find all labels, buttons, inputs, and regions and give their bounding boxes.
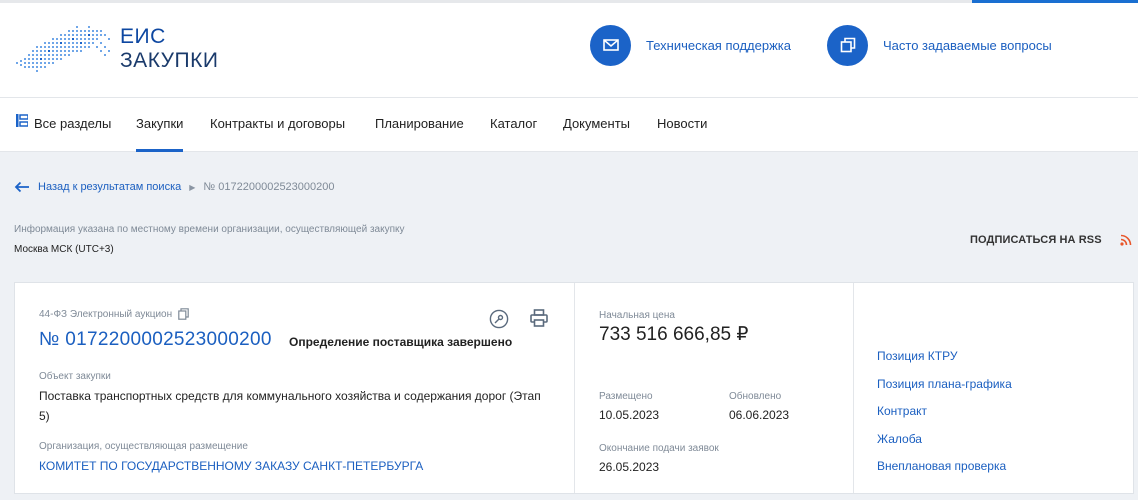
object-label: Объект закупки xyxy=(39,371,111,382)
link-complaint[interactable]: Жалоба xyxy=(877,432,922,446)
key-icon[interactable] xyxy=(489,309,509,329)
copy-icon xyxy=(827,24,868,66)
chevron-right-icon: ▶ xyxy=(189,182,196,192)
deadline-label: Окончание подачи заявок xyxy=(599,443,719,454)
eis-logo[interactable]: ЕИС ЗАКУПКИ xyxy=(14,24,224,76)
deadline-value: 26.05.2023 xyxy=(599,460,660,474)
logo-text: ЕИС ЗАКУПКИ xyxy=(120,25,218,73)
nav-label: Документы xyxy=(563,116,631,131)
logo-line-2: ЗАКУПКИ xyxy=(120,49,219,72)
law-type: 44-ФЗ Электронный аукцион xyxy=(39,308,189,320)
updated-label: Обновлено xyxy=(729,391,782,402)
organization-link[interactable]: КОМИТЕТ ПО ГОСУДАРСТВЕННОМУ ЗАКАЗУ САНКТ… xyxy=(39,459,423,473)
logo-line-1: ЕИС xyxy=(120,25,166,48)
support-label: Техническая поддержка xyxy=(646,37,791,53)
printer-icon[interactable] xyxy=(529,308,549,328)
nav-all-sections[interactable]: Все разделы xyxy=(16,98,111,152)
sections-icon xyxy=(16,97,29,149)
back-to-results-link[interactable]: Назад к результатам поиска xyxy=(38,181,181,193)
related-links-column: Позиция КТРУ Позиция плана-графика Контр… xyxy=(854,283,1134,493)
purchase-main-column: 44-ФЗ Электронный аукцион № 017220000252… xyxy=(15,283,575,493)
object-value: Поставка транспортных средств для коммун… xyxy=(39,389,541,423)
published-label: Размещено xyxy=(599,391,653,402)
nav-catalog[interactable]: Каталог xyxy=(490,98,537,152)
nav-label: Контракты и договоры xyxy=(210,116,346,131)
support-link[interactable]: Техническая поддержка xyxy=(590,24,791,66)
purchase-number[interactable]: № 0172200002523000200 xyxy=(39,329,272,351)
mail-icon xyxy=(590,24,631,66)
faq-label: Часто задаваемые вопросы xyxy=(883,37,1052,53)
timezone-value: Москва МСК (UTC+3) xyxy=(14,244,114,255)
nav-documents[interactable]: Документы xyxy=(563,98,630,152)
link-ktru-position[interactable]: Позиция КТРУ xyxy=(877,349,957,363)
updated-value: 06.06.2023 xyxy=(729,408,790,422)
purchase-status: Определение поставщика завершено xyxy=(289,335,513,349)
link-plan-schedule-position[interactable]: Позиция плана-графика xyxy=(877,377,1012,391)
link-contract[interactable]: Контракт xyxy=(877,404,927,418)
nav-news[interactable]: Новости xyxy=(657,98,707,152)
nav-planning[interactable]: Планирование xyxy=(375,98,464,152)
purchase-card: 44-ФЗ Электронный аукцион № 017220000252… xyxy=(14,282,1134,494)
nav-label: Новости xyxy=(657,116,708,131)
rss-subscribe-link[interactable]: ПОДПИСАТЬСЯ НА RSS xyxy=(970,234,1102,246)
timezone-note: Информация указана по местному времени о… xyxy=(14,224,405,235)
law-type-label: 44-ФЗ Электронный аукцион xyxy=(39,308,173,320)
price-value: 733 516 666,85 ₽ xyxy=(599,324,749,345)
breadcrumb-current: № 0172200002523000200 xyxy=(203,181,335,193)
nav-contracts[interactable]: Контракты и договоры xyxy=(210,98,345,152)
breadcrumb: Назад к результатам поиска ▶ № 017220000… xyxy=(14,180,335,194)
nav-label: Планирование xyxy=(375,116,464,131)
published-value: 10.05.2023 xyxy=(599,408,660,422)
organization-label: Организация, осуществляющая размещение xyxy=(39,441,248,452)
price-label: Начальная цена xyxy=(599,310,675,321)
copy-icon[interactable] xyxy=(178,308,189,320)
nav-label: Каталог xyxy=(490,116,538,131)
site-header: ЕИС ЗАКУПКИ Техническая поддержка Часто … xyxy=(0,3,1138,98)
faq-link[interactable]: Часто задаваемые вопросы xyxy=(827,24,1052,66)
russia-map-logo xyxy=(16,26,110,72)
main-nav: Все разделы Закупки Контракты и договоры… xyxy=(0,98,1138,152)
nav-purchases[interactable]: Закупки xyxy=(136,98,184,152)
nav-label: Все разделы xyxy=(34,116,112,131)
link-unscheduled-inspection[interactable]: Внеплановая проверка xyxy=(877,459,1006,473)
purchase-price-column: Начальная цена 733 516 666,85 ₽ Размещен… xyxy=(575,283,854,493)
rss-icon[interactable] xyxy=(1120,234,1132,246)
nav-label: Закупки xyxy=(136,116,184,131)
arrow-left-icon[interactable] xyxy=(14,181,30,193)
